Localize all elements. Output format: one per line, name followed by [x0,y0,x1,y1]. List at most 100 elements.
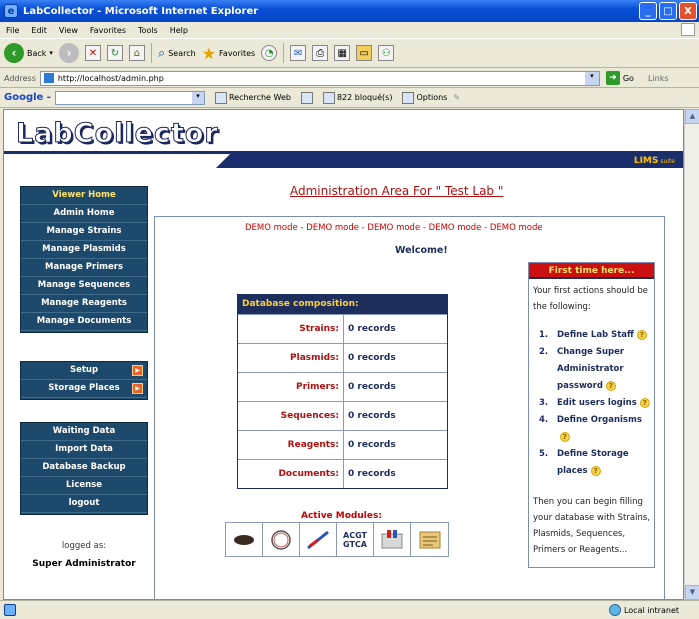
sidebar-data-menu: Waiting Data Import Data Database Backup… [20,422,148,515]
chevron-down-icon: ▾ [49,49,53,57]
vertical-scrollbar[interactable]: ▲ ▼ [684,109,699,600]
pagerank-button[interactable] [300,91,313,104]
help-icon[interactable]: ? [605,381,616,391]
edit-icon[interactable]: ▦ [334,45,351,61]
list-item[interactable]: 4. Define Organisms? [539,412,654,446]
forward-button[interactable]: › [58,43,79,63]
list-item[interactable]: 1. Define Lab Staff? [539,327,654,344]
document-icon[interactable] [411,523,448,556]
sidebar-item-manage-strains[interactable]: Manage Strains [21,223,147,241]
sidebar-item-logout[interactable]: logout [21,495,147,513]
reagent-icon[interactable] [374,523,411,556]
sidebar-item-manage-reagents[interactable]: Manage Reagents [21,295,147,313]
options-button[interactable]: Options [402,91,447,104]
row-value: 0 records [348,440,396,450]
close-button[interactable]: X [679,2,697,20]
address-bar: Address http://localhost/admin.php ▾ ➜ G… [0,69,699,88]
primer-icon[interactable] [300,523,337,556]
status-bar: Local intranet [0,600,699,619]
intranet-icon [608,604,621,616]
sidebar-item-label: Storage Places [48,383,120,393]
back-button[interactable]: ‹ Back ▾ [4,43,53,63]
menu-edit[interactable]: Edit [31,26,47,35]
sidebar-item-manage-documents[interactable]: Manage Documents [21,313,147,331]
sidebar-item-admin-home[interactable]: Admin Home [21,205,147,223]
stop-icon[interactable]: ✕ [84,45,101,61]
table-row: Reagents: 0 records [238,430,447,459]
menu-favorites[interactable]: Favorites [90,26,126,35]
scroll-up-icon[interactable]: ▲ [685,109,699,124]
sidebar-item-label: Setup [69,365,99,375]
sidebar-item-storage-places[interactable]: Storage Places ▶ [21,380,147,398]
step-label: Define Organisms [556,415,642,425]
favorites-label: Favorites [219,48,256,58]
pagerank-icon [300,91,313,104]
menu-help[interactable]: Help [170,26,188,35]
step-number: 4. [539,415,549,425]
google-logo[interactable]: Google - [4,92,51,103]
sidebar-item-manage-primers[interactable]: Manage Primers [21,259,147,277]
google-search-input[interactable]: ▾ [54,90,205,105]
popup-icon [322,91,335,104]
favorites-button[interactable]: ★ Favorites [202,44,255,63]
options-icon [402,91,415,104]
folder-icon[interactable]: ▭ [356,45,373,61]
pencil-icon[interactable]: ✎ [453,93,460,102]
scroll-down-icon[interactable]: ▼ [685,585,699,600]
help-icon[interactable]: ? [559,432,570,442]
menu-tools[interactable]: Tools [138,26,158,35]
sidebar-item-database-backup[interactable]: Database Backup [21,459,147,477]
links-button[interactable]: Links [648,74,669,83]
search-icon: ⌕ [157,45,166,61]
help-icon[interactable]: ? [590,466,601,476]
sidebar-item-waiting-data[interactable]: Waiting Data [21,423,147,441]
binoculars-icon [214,91,227,104]
search-button[interactable]: ⌕ Search [158,46,196,61]
sidebar-item-setup[interactable]: Setup ▶ [21,362,147,380]
first-time-header: First time here... [529,263,654,279]
print-icon[interactable]: ⎙ [312,45,329,61]
row-label: Documents: [238,460,344,488]
minimize-button[interactable]: _ [639,2,657,20]
table-header: Database composition: [238,295,447,314]
go-arrow-icon: ➜ [605,71,620,85]
step-number: 2. [539,347,549,357]
sidebar-item-viewer-home[interactable]: Viewer Home [21,187,147,205]
list-item[interactable]: 2. Change Super Administrator password? [539,344,654,395]
sidebar-main-menu: Viewer Home Admin Home Manage Strains Ma… [20,186,148,333]
messenger-icon[interactable]: ⚇ [378,45,395,61]
list-item[interactable]: 5. Define Storage places? [539,446,654,480]
plasmid-icon[interactable] [263,523,300,556]
go-button[interactable]: ➜ Go [605,71,634,85]
address-label: Address [4,73,36,83]
maximize-button[interactable]: □ [659,2,677,20]
sidebar-item-license[interactable]: License [21,477,147,495]
menu-file[interactable]: File [6,26,19,35]
mail-icon[interactable]: ✉ [290,45,307,61]
back-label: Back [27,48,47,58]
home-icon[interactable]: ⌂ [128,45,145,61]
sidebar-item-manage-sequences[interactable]: Manage Sequences [21,277,147,295]
chevron-down-icon[interactable]: ▾ [191,91,204,104]
window-titlebar: e LabCollector - Microsoft Internet Expl… [0,0,699,22]
list-item[interactable]: 3. Edit users logins? [539,395,654,412]
history-icon[interactable]: ◔ [261,45,278,61]
popup-blocker-button[interactable]: 822 bloqué(s) [322,91,392,104]
refresh-icon[interactable]: ↻ [106,45,123,61]
strain-icon[interactable] [226,523,263,556]
back-arrow-icon: ‹ [4,43,24,63]
window-controls: _ □ X [639,2,697,20]
menu-view[interactable]: View [59,26,78,35]
sequence-icon[interactable]: ACGT GTCA [337,523,374,556]
help-icon[interactable]: ? [636,330,647,340]
table-row: Primers: 0 records [238,372,447,401]
row-label: Strains: [238,315,344,343]
chevron-down-icon[interactable]: ▾ [584,71,599,85]
help-icon[interactable]: ? [639,398,650,408]
web-search-button[interactable]: Recherche Web [214,91,291,104]
sidebar-item-manage-plasmids[interactable]: Manage Plasmids [21,241,147,259]
address-input[interactable]: http://localhost/admin.php ▾ [39,70,600,86]
row-label: Sequences: [238,402,344,430]
lims-suite-label: LIMS suite [634,156,675,166]
sidebar-item-import-data[interactable]: Import Data [21,441,147,459]
